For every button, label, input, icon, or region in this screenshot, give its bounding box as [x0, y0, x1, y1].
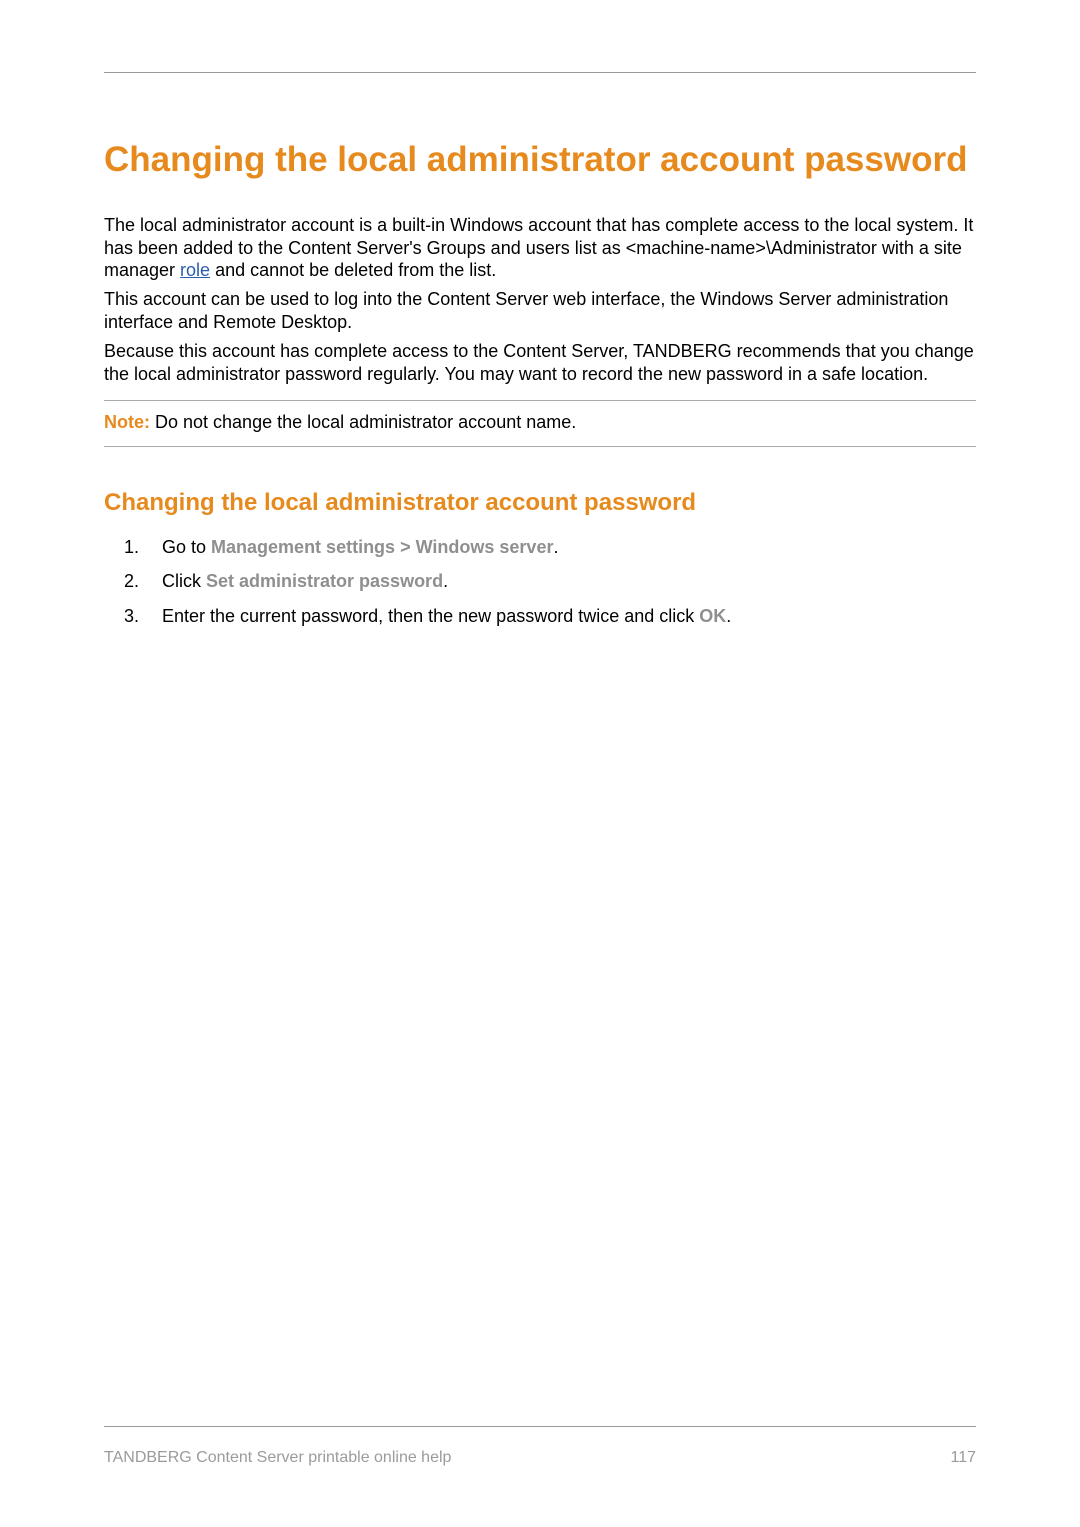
- step-3: Enter the current password, then the new…: [144, 604, 976, 628]
- step-text: Enter the current password, then the new…: [162, 606, 699, 626]
- footer: TANDBERG Content Server printable online…: [104, 1426, 976, 1467]
- steps-list: Go to Management settings > Windows serv…: [144, 535, 976, 628]
- page-title: Changing the local administrator account…: [104, 139, 976, 182]
- note-label: Note:: [104, 412, 150, 432]
- step-text: Click: [162, 571, 206, 591]
- ui-path: Management settings > Windows server: [211, 537, 553, 557]
- ui-path: Set administrator password: [206, 571, 443, 591]
- footer-row: TANDBERG Content Server printable online…: [104, 1449, 976, 1467]
- role-link[interactable]: role: [180, 260, 210, 280]
- step-text: .: [726, 606, 731, 626]
- step-text: Go to: [162, 537, 211, 557]
- intro-paragraph-1: The local administrator account is a bui…: [104, 214, 976, 283]
- note-block: Note: Do not change the local administra…: [104, 400, 976, 447]
- step-text: .: [553, 537, 558, 557]
- intro-paragraph-2: This account can be used to log into the…: [104, 288, 976, 334]
- page: Changing the local administrator account…: [0, 0, 1080, 1527]
- section-heading: Changing the local administrator account…: [104, 489, 976, 517]
- footer-rule: [104, 1426, 976, 1427]
- step-1: Go to Management settings > Windows serv…: [144, 535, 976, 559]
- step-text: .: [443, 571, 448, 591]
- text-span: and cannot be deleted from the list.: [210, 260, 496, 280]
- step-2: Click Set administrator password.: [144, 569, 976, 593]
- intro-paragraph-3: Because this account has complete access…: [104, 340, 976, 386]
- top-rule: [104, 72, 976, 73]
- note-text: Do not change the local administrator ac…: [150, 412, 576, 432]
- footer-left: TANDBERG Content Server printable online…: [104, 1449, 451, 1467]
- ui-path: OK: [699, 606, 726, 626]
- page-number: 117: [950, 1449, 976, 1467]
